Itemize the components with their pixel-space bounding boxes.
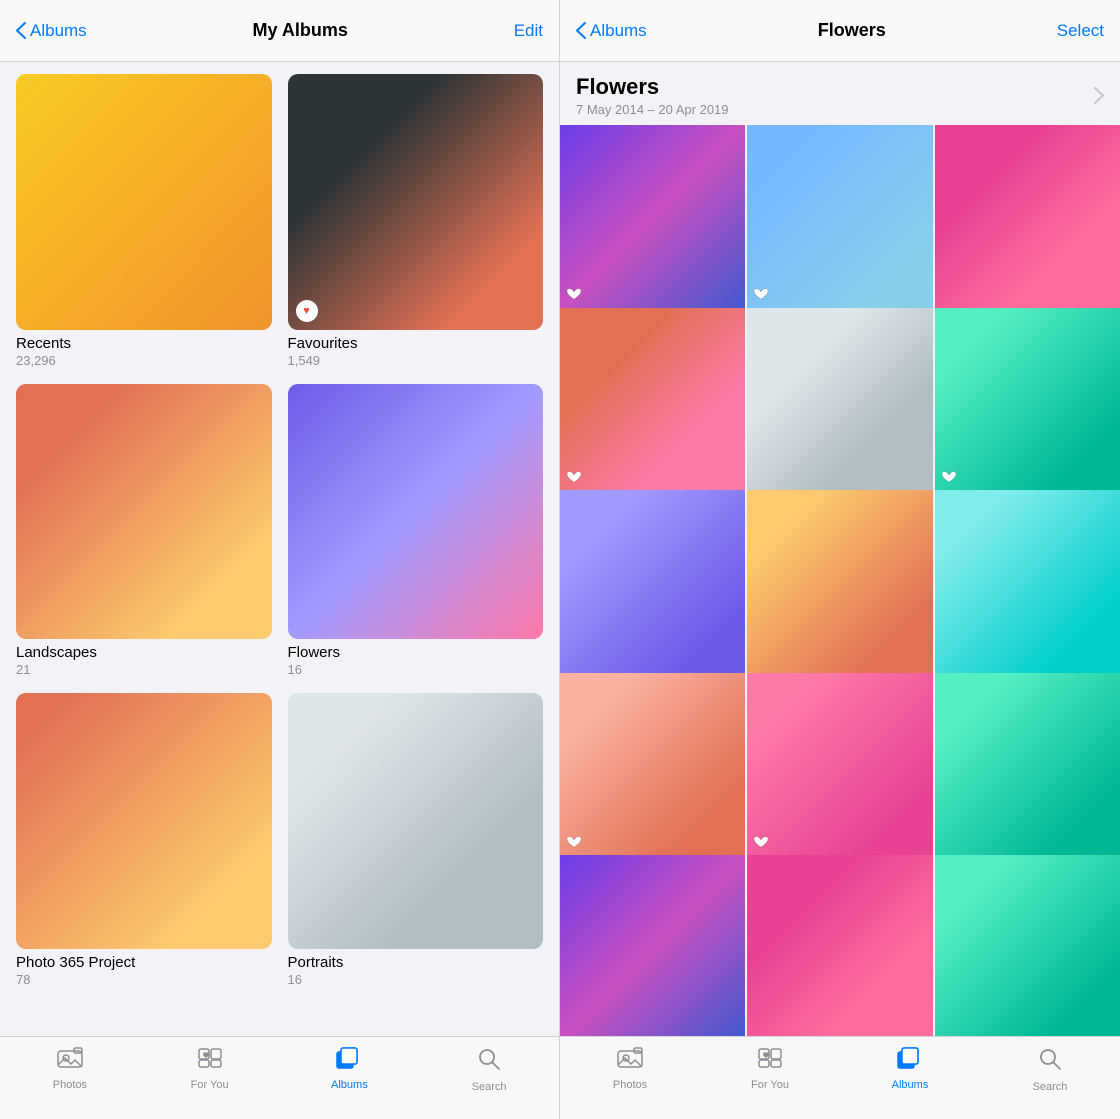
search-tab-icon [477,1047,501,1077]
right-photos-tab-icon [617,1047,643,1075]
right-albums-tab-icon [897,1047,923,1075]
left-panel: Albums My Albums Edit Recents23,296 ♥ Favo… [0,0,560,1119]
photos-tab-icon [57,1047,83,1075]
photo-cell-p14[interactable] [747,855,932,1036]
album-name: Recents [16,335,272,352]
photo-cell-p9[interactable] [935,490,1120,675]
photo-heart-icon [566,287,582,304]
album-item-landscapes[interactable]: Landscapes21 [16,384,272,678]
left-edit-button[interactable]: Edit [514,21,543,41]
album-thumb-flowers [288,384,544,640]
left-nav-bar: Albums My Albums Edit [0,0,559,62]
right-back-label: Albums [590,21,647,41]
tab-label-search: Search [472,1081,507,1093]
right-search-tab-icon [1038,1047,1062,1077]
album-count: 23,296 [16,353,272,368]
right-tab-search[interactable]: Search [980,1047,1120,1093]
right-select-button[interactable]: Select [1057,21,1104,41]
left-tab-albums[interactable]: Albums [280,1047,420,1091]
albums-tab-icon [336,1047,362,1075]
left-tab-photos[interactable]: Photos [0,1047,140,1091]
photo-cell-p4[interactable] [560,308,745,493]
foryou-tab-icon [197,1047,223,1075]
albums-grid: Recents23,296♥Favourites1,549Landscapes2… [0,62,559,1036]
album-item-favourites[interactable]: ♥ Favourites1,549 [288,74,544,368]
photo-cell-p3[interactable] [935,125,1120,310]
album-thumb-favourites: ♥ [288,74,544,330]
photo-cell-p5[interactable] [747,308,932,493]
photos-grid [560,125,1120,1036]
left-tab-search[interactable]: Search [419,1047,559,1093]
right-tab-label-search: Search [1033,1081,1068,1093]
right-tab-for-you[interactable]: For You [700,1047,840,1091]
flowers-date: 7 May 2014 – 20 Apr 2019 [576,102,729,117]
album-thumb-photo365 [16,693,272,949]
photo-cell-p2[interactable] [747,125,932,310]
photo-heart-icon [566,470,582,487]
right-tab-label-albums: Albums [892,1079,929,1091]
right-tab-photos[interactable]: Photos [560,1047,700,1091]
tab-label-photos: Photos [53,1079,87,1091]
album-item-flowers[interactable]: Flowers16 [288,384,544,678]
album-count: 1,549 [288,353,544,368]
album-name: Photo 365 Project [16,954,272,971]
right-tab-label-for-you: For You [751,1079,789,1091]
album-thumb-landscapes [16,384,272,640]
heart-badge: ♥ [296,300,318,322]
photo-cell-p8[interactable] [747,490,932,675]
photo-cell-p1[interactable] [560,125,745,310]
album-thumb-portraits [288,693,544,949]
right-back-button[interactable]: Albums [576,21,647,41]
right-panel: Albums Flowers Select Flowers 7 May 2014… [560,0,1120,1119]
flowers-header[interactable]: Flowers 7 May 2014 – 20 Apr 2019 [560,62,1120,125]
album-thumb-recents [16,74,272,330]
chevron-left-icon [16,22,26,39]
album-count: 16 [288,662,544,677]
left-nav-title: My Albums [253,20,348,41]
tab-label-for-you: For You [191,1079,229,1091]
photo-cell-p10[interactable] [560,673,745,858]
album-name: Landscapes [16,644,272,661]
right-tab-albums[interactable]: Albums [840,1047,980,1091]
photo-cell-p13[interactable] [560,855,745,1036]
album-name: Portraits [288,954,544,971]
album-name: Favourites [288,335,544,352]
album-count: 16 [288,972,544,987]
right-foryou-tab-icon [757,1047,783,1075]
album-count: 78 [16,972,272,987]
album-count: 21 [16,662,272,677]
chevron-right-icon [1094,87,1104,104]
photo-cell-p15[interactable] [935,855,1120,1036]
left-back-button[interactable]: Albums [16,21,87,41]
album-item-photo365[interactable]: Photo 365 Project78 [16,693,272,987]
right-tab-bar: Photos For You Albums Search [560,1036,1120,1119]
photo-cell-p6[interactable] [935,308,1120,493]
flowers-title: Flowers [576,74,729,100]
photo-cell-p7[interactable] [560,490,745,675]
right-nav-bar: Albums Flowers Select [560,0,1120,62]
left-tab-bar: Photos For You Albums Search [0,1036,559,1119]
photo-heart-icon [753,287,769,304]
left-tab-for-you[interactable]: For You [140,1047,280,1091]
photo-cell-p11[interactable] [747,673,932,858]
photo-heart-icon [941,470,957,487]
left-back-label: Albums [30,21,87,41]
album-name: Flowers [288,644,544,661]
photo-cell-p12[interactable] [935,673,1120,858]
album-item-portraits[interactable]: Portraits16 [288,693,544,987]
right-nav-title: Flowers [818,20,886,41]
album-item-recents[interactable]: Recents23,296 [16,74,272,368]
chevron-left-icon-right [576,22,586,39]
right-tab-label-photos: Photos [613,1079,647,1091]
photo-heart-icon [566,835,582,852]
tab-label-albums: Albums [331,1079,368,1091]
photo-heart-icon [753,835,769,852]
